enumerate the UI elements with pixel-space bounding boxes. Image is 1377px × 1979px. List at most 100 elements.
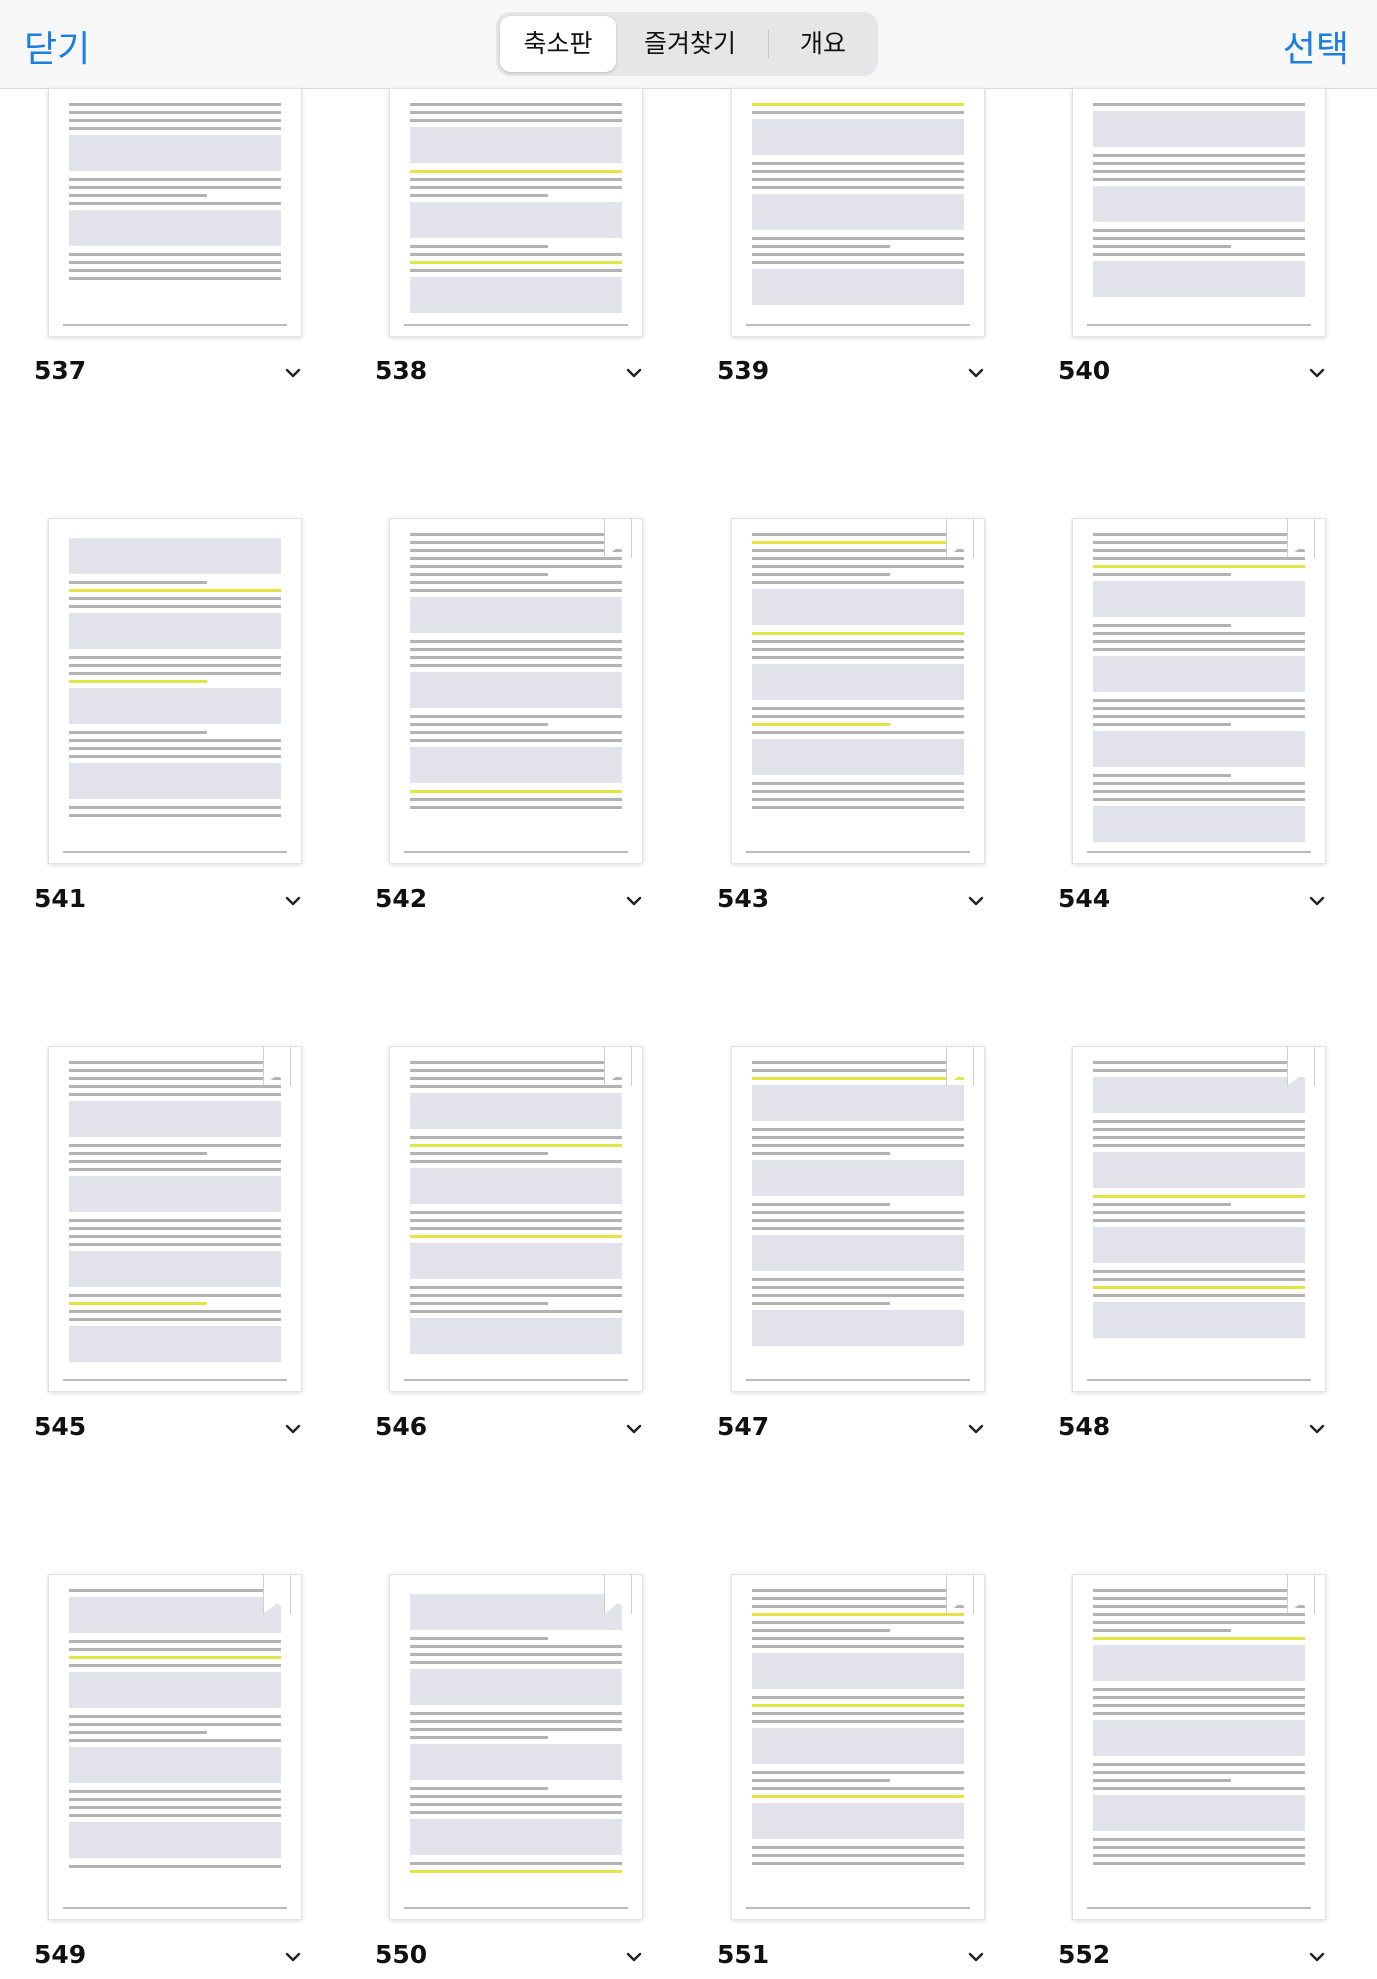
page-footer <box>1087 1379 1311 1381</box>
page-thumbnail[interactable] <box>731 1574 985 1920</box>
text-line <box>1093 245 1231 248</box>
text-line <box>752 640 964 643</box>
text-line <box>1093 640 1305 643</box>
page-thumbnail[interactable] <box>731 518 985 864</box>
chevron-down-icon[interactable] <box>625 1420 643 1438</box>
code-block <box>69 763 281 799</box>
chevron-down-icon[interactable] <box>284 1948 302 1966</box>
select-button[interactable]: 선택 <box>1283 20 1349 72</box>
chevron-down-icon[interactable] <box>625 892 643 910</box>
code-block <box>69 1176 281 1212</box>
code-block <box>69 1101 281 1137</box>
text-line <box>410 731 622 734</box>
chevron-down-icon[interactable] <box>1308 1420 1326 1438</box>
chevron-down-icon[interactable] <box>284 892 302 910</box>
page-thumbnail[interactable] <box>48 1046 302 1392</box>
text-line <box>69 1589 281 1592</box>
chevron-down-icon[interactable] <box>967 1948 985 1966</box>
page-thumbnail[interactable] <box>1072 1574 1326 1920</box>
code-block <box>69 135 281 171</box>
text-line <box>410 790 622 793</box>
text-line <box>69 1715 281 1718</box>
text-line <box>1093 1061 1305 1064</box>
page-thumbnail[interactable] <box>1072 518 1326 864</box>
page-thumbnail[interactable] <box>731 88 985 337</box>
chevron-down-icon[interactable] <box>284 364 302 382</box>
page-footer <box>63 324 287 326</box>
text-line <box>69 1235 281 1238</box>
text-line <box>1093 573 1231 576</box>
close-button[interactable]: 닫기 <box>24 20 90 72</box>
text-line <box>410 1302 548 1305</box>
text-line <box>69 1318 281 1321</box>
text-line <box>1093 1688 1305 1691</box>
chevron-down-icon[interactable] <box>625 1948 643 1966</box>
text-line <box>752 103 964 106</box>
text-line <box>752 1227 964 1230</box>
page-content-preview <box>752 1061 964 1363</box>
page-number: 541 <box>34 884 87 913</box>
text-line <box>1093 790 1305 793</box>
text-line <box>1093 632 1305 635</box>
text-line <box>752 1069 964 1072</box>
text-line <box>752 253 964 256</box>
text-line <box>410 557 622 560</box>
tab-favorites[interactable]: 즐겨찾기 <box>620 16 760 72</box>
page-thumbnail[interactable] <box>731 1046 985 1392</box>
text-line <box>410 1061 622 1064</box>
page-footer <box>63 1379 287 1381</box>
text-line <box>752 565 964 568</box>
chevron-down-icon[interactable] <box>1308 1948 1326 1966</box>
page-footer <box>1087 1907 1311 1909</box>
text-line <box>410 1862 622 1865</box>
text-line <box>410 111 622 114</box>
chevron-down-icon[interactable] <box>967 892 985 910</box>
text-line <box>410 253 622 256</box>
chevron-down-icon[interactable] <box>967 1420 985 1438</box>
text-line <box>1093 1854 1305 1857</box>
chevron-down-icon[interactable] <box>625 364 643 382</box>
code-block <box>69 210 281 246</box>
text-line <box>410 1310 622 1313</box>
text-line <box>410 1219 622 1222</box>
text-line <box>752 1061 964 1064</box>
chevron-down-icon[interactable] <box>1308 892 1326 910</box>
text-line <box>1093 162 1305 165</box>
text-line <box>410 1160 622 1163</box>
text-line <box>69 806 281 809</box>
text-line <box>410 1661 622 1664</box>
page-thumbnail[interactable] <box>1072 1046 1326 1392</box>
page-thumbnail[interactable] <box>389 518 643 864</box>
text-line <box>410 739 622 742</box>
text-line <box>752 632 964 635</box>
page-thumbnail[interactable] <box>1072 88 1326 337</box>
chevron-down-icon[interactable] <box>284 1420 302 1438</box>
text-line <box>410 664 622 667</box>
page-thumbnail[interactable] <box>48 88 302 337</box>
code-block <box>1093 1720 1305 1756</box>
page-thumbnail[interactable] <box>389 88 643 337</box>
page-number: 549 <box>34 1940 87 1969</box>
text-line <box>69 1294 281 1297</box>
chevron-down-icon[interactable] <box>967 364 985 382</box>
code-block <box>752 269 964 305</box>
chevron-down-icon[interactable] <box>1308 364 1326 382</box>
text-line <box>752 533 964 536</box>
text-line <box>69 1731 207 1734</box>
text-line <box>752 656 964 659</box>
text-line <box>410 798 622 801</box>
page-footer <box>404 1379 628 1381</box>
text-line <box>410 1637 548 1640</box>
view-segmented-control: 축소판 즐겨찾기 개요 <box>496 12 878 76</box>
tab-outline[interactable]: 개요 <box>772 16 874 72</box>
text-line <box>69 597 281 600</box>
page-number: 544 <box>1058 884 1111 913</box>
page-thumbnail[interactable] <box>48 1574 302 1920</box>
page-thumbnail[interactable] <box>389 1574 643 1920</box>
page-thumbnail[interactable] <box>389 1046 643 1392</box>
tab-thumbnails[interactable]: 축소판 <box>500 16 616 72</box>
text-line <box>752 1629 890 1632</box>
text-line <box>752 1077 964 1080</box>
page-thumbnail[interactable] <box>48 518 302 864</box>
page-number: 546 <box>375 1412 428 1441</box>
